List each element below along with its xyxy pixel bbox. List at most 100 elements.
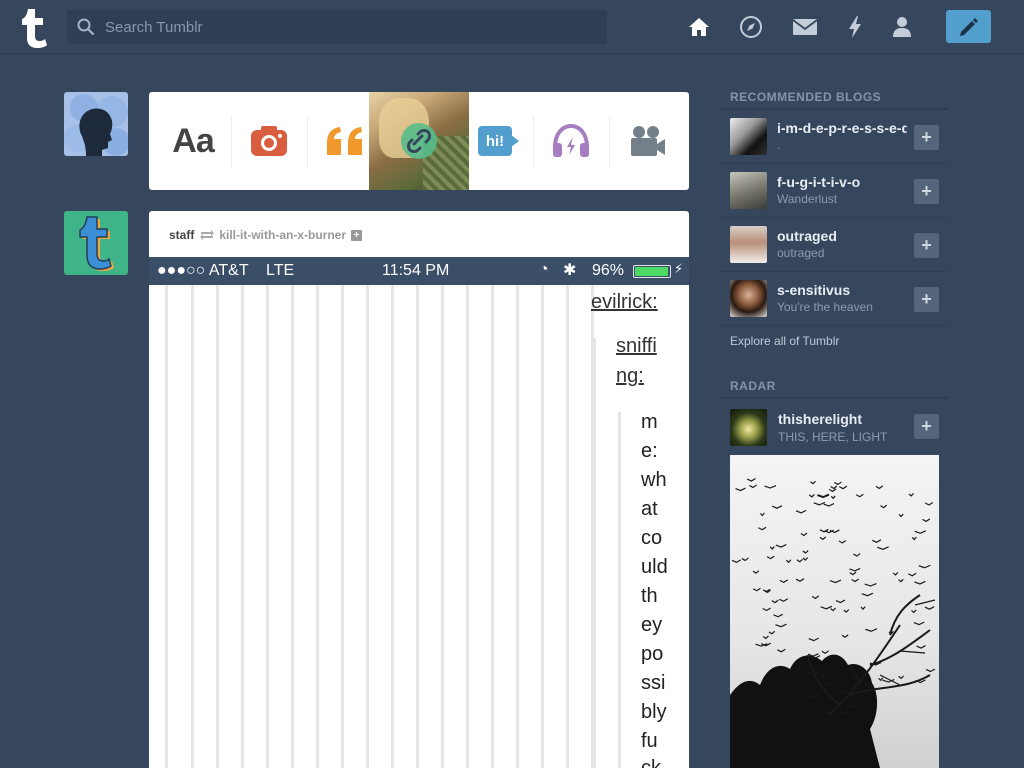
bird-silhouette [924,501,934,506]
bird-silhouette [795,578,805,582]
recommended-blog-row[interactable]: i-m-d-e-p-r-e-s-s-e-d . + [720,110,948,164]
quote-icon [327,127,362,155]
new-photo-post-button[interactable] [231,92,307,190]
user-avatar[interactable] [64,92,128,156]
battery-icon [633,265,671,278]
bird-silhouette [775,623,787,628]
bird-silhouette [769,546,775,550]
bird-silhouette [849,567,861,572]
chat-speaker-name[interactable]: sniffi [616,335,657,358]
chat-line-text: e: [641,440,658,462]
bird-silhouette [777,648,786,653]
inbox-mail-icon[interactable] [792,14,818,40]
bird-silhouette [907,572,917,577]
chat-line-text: m [641,411,658,433]
blog-name[interactable]: i-m-d-e-p-r-e-s-s-e-d [777,120,907,136]
account-person-icon[interactable] [889,14,915,40]
activity-bolt-icon[interactable] [842,14,868,40]
bird-silhouette [843,609,850,613]
bird-silhouette [762,607,771,612]
recommended-blog-row[interactable]: f-u-g-i-t-i-v-o Wanderlust + [720,164,948,218]
search-input[interactable] [105,10,595,44]
bird-silhouette [835,599,846,604]
bird-silhouette [898,513,904,518]
recommended-blog-row[interactable]: s-ensitivus You're the heaven + [720,272,948,326]
blog-avatar[interactable] [730,226,767,263]
bird-silhouette [875,485,884,490]
explore-all-link[interactable]: Explore all of Tumblr [730,334,839,348]
new-text-post-button[interactable]: Aa [155,92,231,190]
blog-name[interactable]: thisherelight [778,411,908,427]
follow-button[interactable]: + [914,179,939,204]
follow-plus-icon[interactable]: + [351,229,363,241]
blog-avatar[interactable] [730,118,767,155]
new-link-post-button[interactable] [381,92,457,190]
quote-indent-line [566,285,569,768]
quote-indent-line [216,285,219,768]
phone-status-bar: ●●●○○ AT&T LTE 11:54 PM ◔ ✱ 96% ⚡ [149,257,689,285]
camera-icon [251,126,287,156]
new-video-post-button[interactable] [609,92,685,190]
staff-avatar[interactable] [64,211,128,275]
rotation-lock-icon: ◔ [539,261,549,278]
recommended-blogs-title: RECOMMENDED BLOGS [730,90,882,104]
bird-silhouette [829,579,842,584]
blog-avatar[interactable] [730,172,767,209]
follow-button[interactable]: + [914,125,939,150]
new-chat-post-button[interactable]: hi! [457,92,533,190]
bird-silhouette [878,677,884,682]
home-icon[interactable] [686,14,712,40]
chat-line-text: uld [641,556,668,578]
bird-silhouette [771,599,779,604]
post-author-link[interactable]: staff [169,228,194,242]
bird-silhouette [819,536,827,541]
chat-line-text: wh [641,469,667,491]
bird-silhouette [795,509,807,514]
bird-silhouette [773,613,784,618]
bird-silhouette [766,555,775,560]
chat-speaker-name[interactable]: evilrick: [591,291,658,314]
follow-button[interactable]: + [914,287,939,312]
bird-silhouette [764,484,777,489]
bird-silhouette [925,668,936,673]
bird-silhouette [762,635,769,640]
bird-silhouette [808,637,819,642]
bird-silhouette [813,501,826,506]
radar-blog-row[interactable]: thisherelight THIS, HERE, LIGHT + [720,400,948,454]
quote-indent-line [466,285,469,768]
bird-silhouette [855,493,864,498]
bird-silhouette [914,530,927,534]
quote-indent-line [618,412,621,768]
recommended-blog-row[interactable]: outraged outraged + [720,218,948,272]
blog-title: outraged [777,246,825,260]
search-box[interactable] [67,10,607,44]
bird-silhouette [758,526,767,531]
bird-silhouette [877,546,889,550]
bluetooth-icon: ✱ [563,262,577,279]
charging-bolt-icon: ⚡ [674,261,684,276]
reblogged-from-link[interactable]: kill-it-with-an-x-burner [219,228,346,242]
blog-avatar[interactable] [730,280,767,317]
follow-button[interactable]: + [914,414,939,439]
blog-title: . [777,138,781,152]
new-audio-post-button[interactable] [533,92,609,190]
explore-compass-icon[interactable] [738,14,764,40]
pencil-icon [959,17,978,36]
tumblr-logo-icon[interactable] [16,5,52,49]
chat-speaker-name[interactable]: ng: [616,365,644,388]
bird-silhouette [808,493,815,498]
bird-silhouette [741,557,749,562]
bird-silhouette [802,550,809,554]
blog-name[interactable]: s-ensitivus [777,282,907,298]
blog-name[interactable]: outraged [777,228,907,244]
bird-silhouette [918,564,931,569]
chat-bubble-icon: hi! [478,126,519,156]
radar-post-image[interactable] [730,455,939,768]
blog-avatar[interactable] [730,409,767,446]
blog-name[interactable]: f-u-g-i-t-i-v-o [777,174,907,190]
bird-silhouette [924,606,935,610]
follow-button[interactable]: + [914,233,939,258]
bird-silhouette [830,495,836,500]
compose-button[interactable] [946,10,991,43]
divider [720,397,948,399]
